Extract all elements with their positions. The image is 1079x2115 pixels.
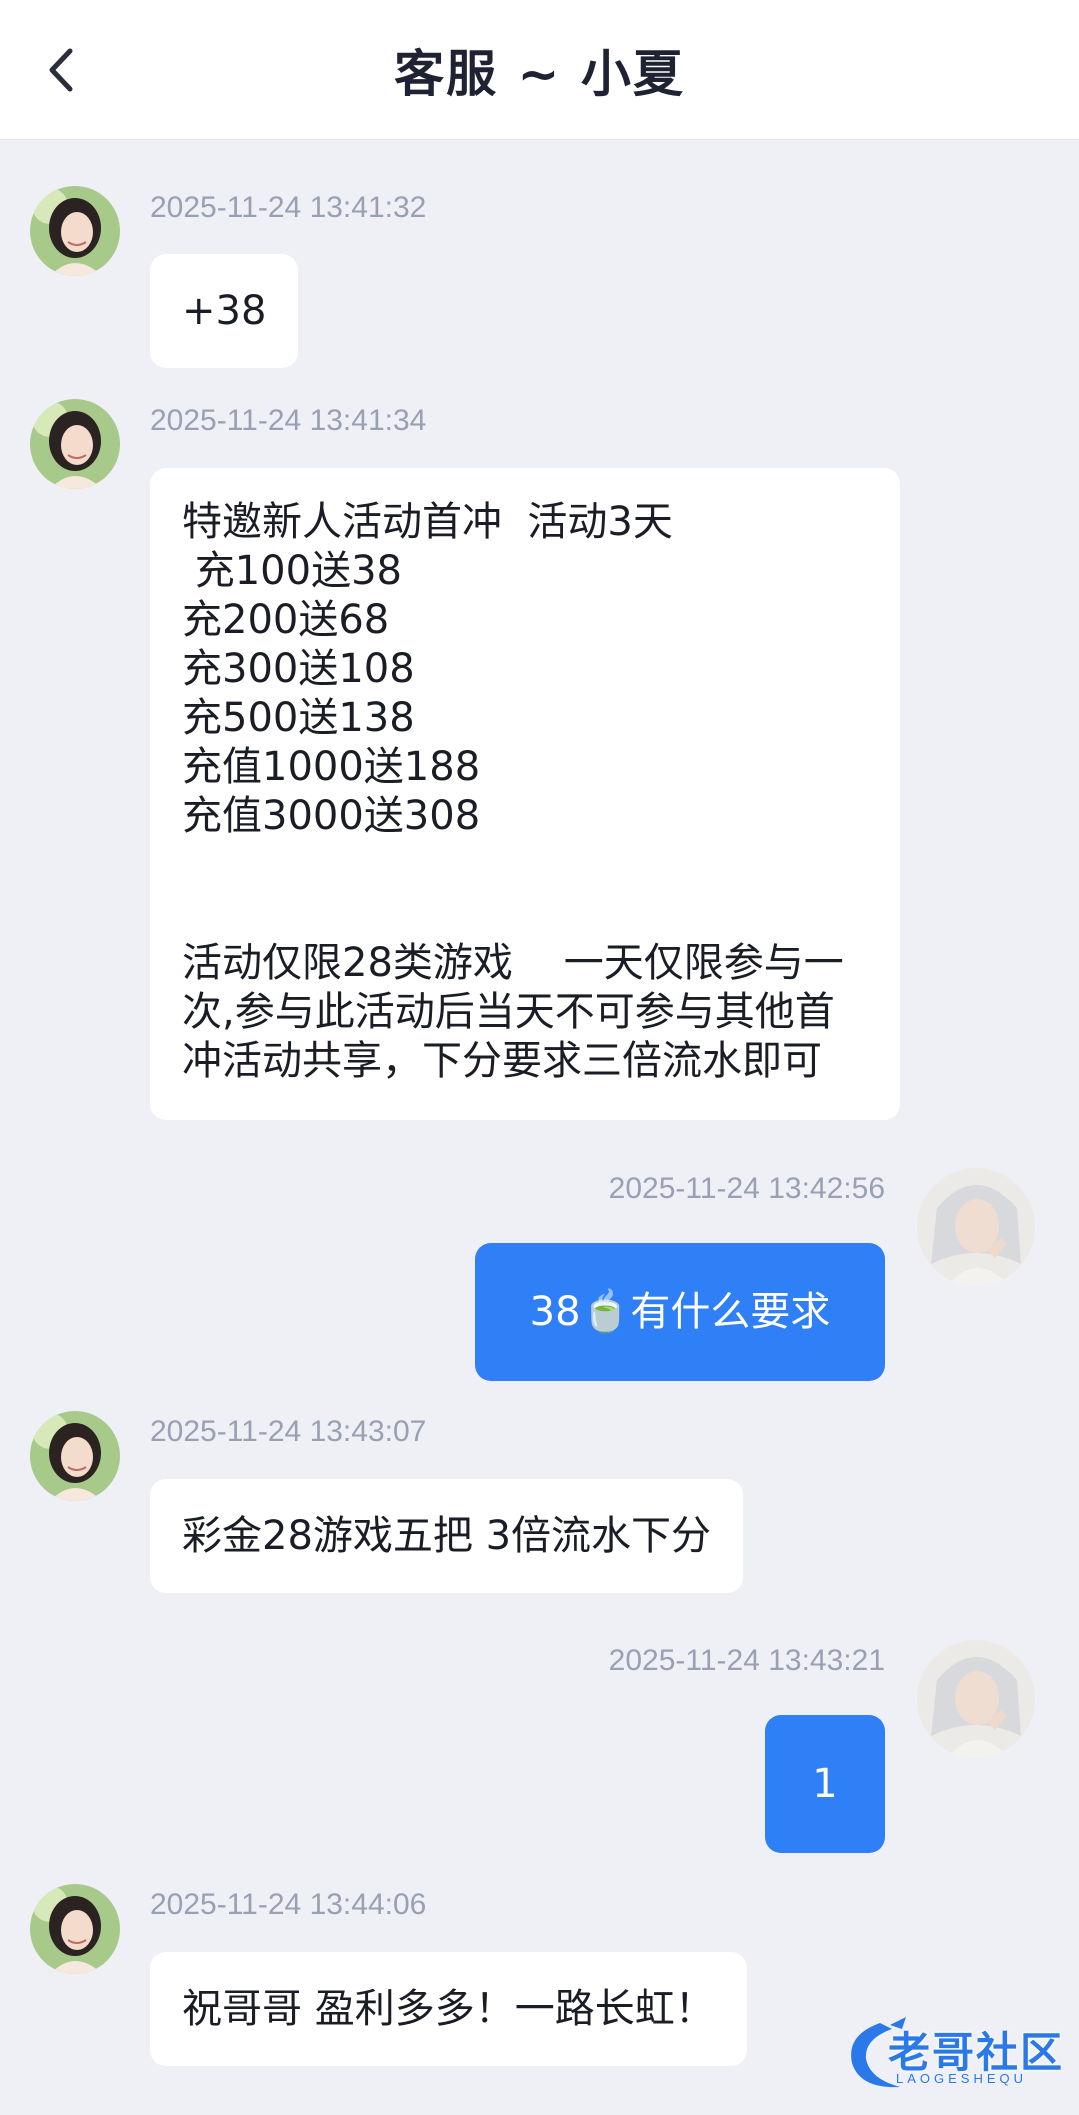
- incoming-message-bubble[interactable]: +38: [150, 254, 299, 368]
- message-timestamp: 2025-11-24 13:43:07: [150, 1415, 427, 1448]
- message-timestamp: 2025-11-24 13:41:32: [150, 191, 427, 224]
- agent-avatar[interactable]: [30, 1411, 120, 1501]
- message-timestamp: 2025-11-24 13:42:56: [608, 1172, 885, 1205]
- user-avatar[interactable]: [917, 1640, 1035, 1758]
- chat-header: 客服 ~ 小夏: [0, 0, 1079, 140]
- agent-avatar[interactable]: [30, 186, 120, 276]
- outgoing-message-bubble[interactable]: 38🍵有什么要求: [475, 1243, 885, 1381]
- message-timestamp: 2025-11-24 13:43:21: [608, 1644, 885, 1677]
- page-title: 客服 ~ 小夏: [394, 45, 685, 103]
- agent-avatar[interactable]: [30, 1884, 120, 1974]
- outgoing-message-bubble[interactable]: 1: [765, 1715, 885, 1853]
- agent-avatar[interactable]: [30, 399, 120, 489]
- incoming-message-bubble[interactable]: 彩金28游戏五把 3倍流水下分: [150, 1479, 744, 1593]
- user-avatar[interactable]: [917, 1168, 1035, 1286]
- watermark-subtext: LAOGESHEQU: [896, 2071, 1028, 2086]
- watermark-logo: 老哥社区 LAOGESHEQU: [840, 2015, 1070, 2095]
- message-timestamp: 2025-11-24 13:44:06: [150, 1888, 427, 1921]
- incoming-message-bubble[interactable]: 祝哥哥 盈利多多！一路长虹！: [150, 1952, 747, 2066]
- incoming-message-bubble[interactable]: 特邀新人活动首冲 活动3天 充100送38 充200送68 充300送108 充…: [150, 468, 900, 1120]
- message-timestamp: 2025-11-24 13:41:34: [150, 404, 427, 437]
